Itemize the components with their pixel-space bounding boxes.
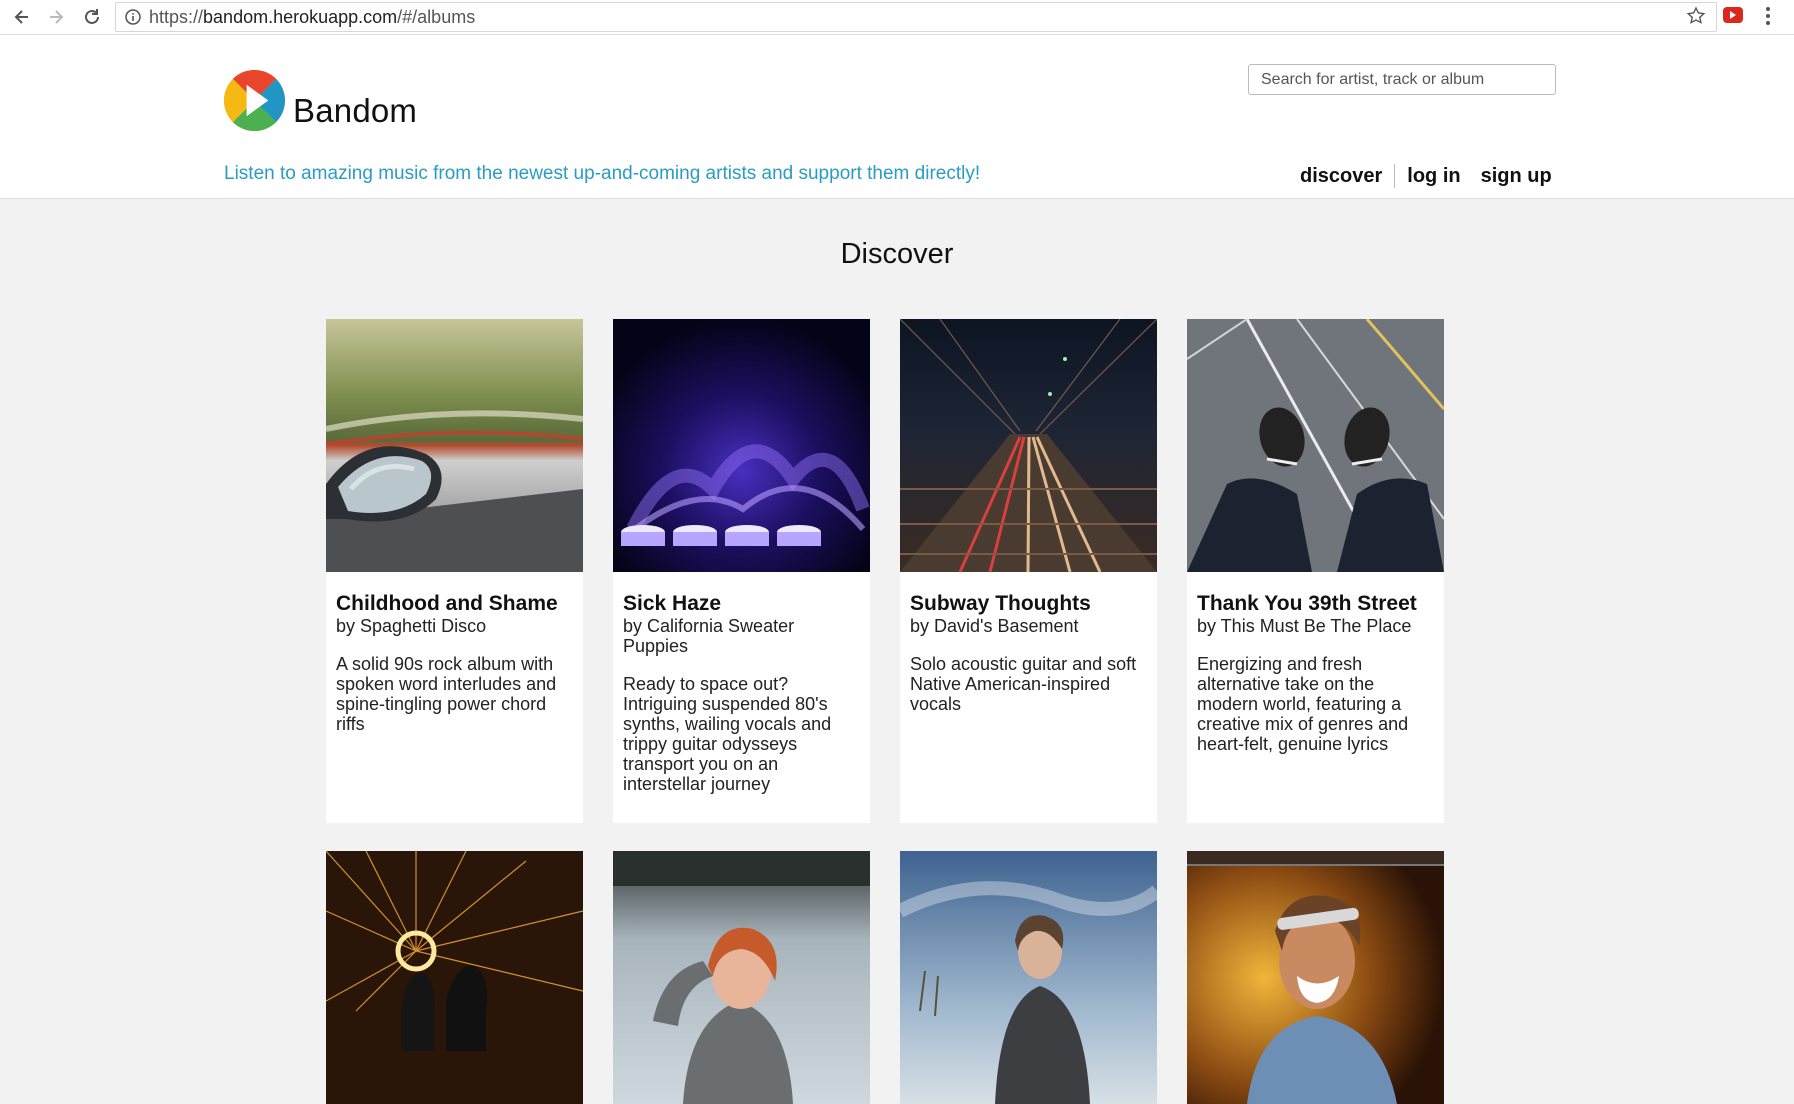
top-navigation: discover log in sign up [1300,163,1552,189]
album-artist[interactable]: by Spaghetti Disco [336,616,573,636]
album-title[interactable]: Childhood and Shame [336,592,573,616]
browser-menu-icon[interactable] [1764,5,1772,32]
album-card[interactable] [613,851,870,1104]
album-artist[interactable]: by David's Basement [910,616,1147,636]
site-header: Bandom Listen to amazing music from the … [0,35,1794,199]
album-card[interactable] [1187,851,1444,1104]
album-artist[interactable]: by This Must Be The Place [1197,616,1434,636]
album-cover-image[interactable] [613,319,870,572]
search-input[interactable] [1248,64,1556,95]
url-text: https://bandom.herokuapp.com/#/albums [149,7,476,27]
album-card[interactable]: Childhood and Shame by Spaghetti Disco A… [326,319,583,823]
album-cover-image[interactable] [326,851,583,1104]
album-artist[interactable]: by California Sweater Puppies [623,616,860,656]
album-cover-image[interactable] [900,851,1157,1104]
album-card[interactable]: Sick Haze by California Sweater Puppies … [613,319,870,823]
info-icon[interactable] [124,8,142,31]
album-cover-image[interactable] [613,851,870,1104]
album-title[interactable]: Subway Thoughts [910,592,1147,616]
album-card[interactable]: Thank You 39th Street by This Must Be Th… [1187,319,1444,823]
album-description: Energizing and fresh alternative take on… [1197,654,1409,754]
album-description: A solid 90s rock album with spoken word … [336,654,557,734]
nav-discover-link[interactable]: discover [1300,165,1382,188]
page-title: Discover [840,238,954,270]
brand-name[interactable]: Bandom [293,92,417,130]
back-icon[interactable] [8,3,36,31]
youtube-extension-icon[interactable] [1723,7,1743,28]
nav-login-link[interactable]: log in [1407,165,1460,188]
reload-icon[interactable] [78,3,106,31]
album-description: Ready to space out? Intriguing suspended… [623,674,832,794]
album-card[interactable] [326,851,583,1104]
album-description: Solo acoustic guitar and soft Native Ame… [910,654,1137,714]
address-bar[interactable]: https://bandom.herokuapp.com/#/albums [115,2,1717,32]
forward-icon[interactable] [42,3,70,31]
album-title[interactable]: Thank You 39th Street [1197,592,1434,616]
album-cover-image[interactable] [900,319,1157,572]
nav-signup-link[interactable]: sign up [1481,165,1552,188]
tagline: Listen to amazing music from the newest … [224,163,981,184]
album-card[interactable] [900,851,1157,1104]
album-card[interactable]: Subway Thoughts by David's Basement Solo… [900,319,1157,823]
album-cover-image[interactable] [1187,319,1444,572]
album-cover-image[interactable] [1187,851,1444,1104]
browser-toolbar: https://bandom.herokuapp.com/#/albums [0,0,1794,35]
bookmark-star-icon[interactable] [1686,6,1706,31]
bandom-logo-icon[interactable] [223,69,286,132]
album-cover-image[interactable] [326,319,583,572]
nav-divider [1394,164,1396,188]
album-title[interactable]: Sick Haze [623,592,860,616]
